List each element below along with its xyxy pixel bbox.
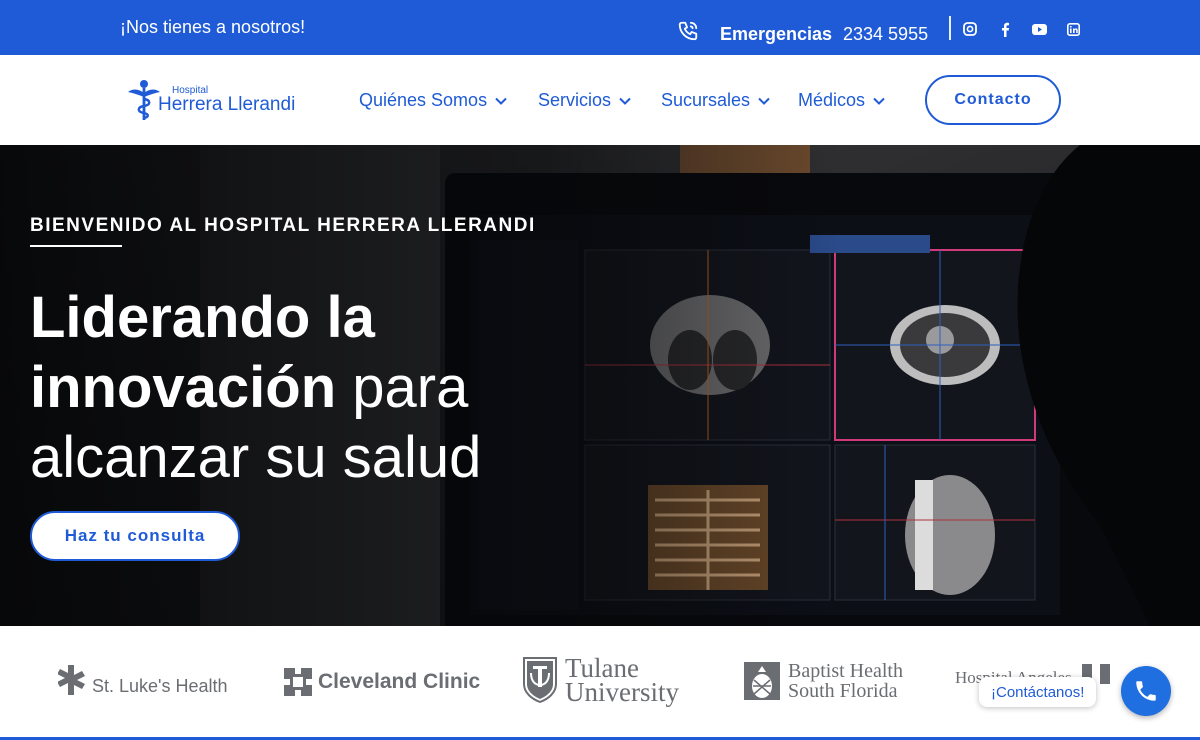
contact-button[interactable]: Contacto [925, 75, 1061, 125]
divider [949, 16, 951, 40]
cleveland-clinic-logo-icon [284, 668, 312, 696]
st-lukes-logo-icon [58, 664, 85, 695]
baptist-wordmark: Baptist Health South Florida [788, 661, 903, 701]
partner-label: University [565, 677, 679, 707]
eyebrow-underline [30, 245, 122, 247]
partner-cleveland-clinic[interactable]: Cleveland Clinic [284, 668, 480, 696]
chevron-down-icon [758, 97, 770, 105]
main-nav: Hospital Herrera Llerandi Quiénes Somos … [0, 55, 1200, 145]
consult-button[interactable]: Haz tu consulta [30, 511, 240, 561]
call-button[interactable] [1121, 666, 1171, 716]
facebook-icon[interactable] [997, 21, 1013, 37]
hero-eyebrow: BIENVENIDO AL HOSPITAL HERRERA LLERANDI [30, 215, 536, 236]
instagram-icon[interactable] [962, 21, 978, 37]
headline-light-2: para [336, 355, 469, 420]
caduceus-logo-icon [128, 80, 160, 120]
partner-label: South Florida [788, 680, 898, 702]
partner-st-lukes[interactable]: St. Luke's Health [58, 662, 228, 697]
partner-tulane[interactable]: Tulane University [523, 655, 679, 707]
partner-label: Cleveland Clinic [318, 670, 481, 693]
baptist-pineapple-icon [744, 662, 780, 700]
headline-line-3: alcanzar su salud [30, 425, 482, 490]
tulane-wordmark: Tulane University [565, 655, 679, 707]
nav-item-sucursales[interactable]: Sucursales [661, 90, 770, 111]
nav-item-quienes-somos[interactable]: Quiénes Somos [359, 90, 507, 111]
phone-icon [678, 21, 698, 41]
chevron-down-icon [495, 97, 507, 105]
partner-baptist-health[interactable]: Baptist Health South Florida [744, 661, 903, 701]
phone-icon [1136, 681, 1156, 701]
nav-item-label: Quiénes Somos [359, 90, 488, 110]
partner-label: Baptist Health [788, 660, 903, 682]
chevron-down-icon [873, 97, 885, 105]
linkedin-icon[interactable] [1065, 21, 1081, 37]
top-bar: ¡Nos tienes a nosotros! Emergencias 2334… [0, 0, 1200, 55]
partner-label: St. Luke's Health [92, 676, 228, 696]
headline-bold-2: innovación [30, 355, 337, 420]
tulane-shield-icon [523, 657, 557, 703]
nav-item-servicios[interactable]: Servicios [538, 90, 631, 111]
nav-item-medicos[interactable]: Médicos [798, 90, 885, 111]
nav-item-label: Sucursales [661, 90, 751, 110]
headline-line-1: Liderando la [30, 285, 375, 350]
nav-item-label: Servicios [538, 90, 612, 110]
youtube-icon[interactable] [1031, 21, 1047, 37]
hospital-logo[interactable]: Hospital Herrera Llerandi [127, 79, 302, 121]
top-bar-tagline: ¡Nos tienes a nosotros! [120, 17, 306, 37]
emergency-label[interactable]: Emergencias [720, 24, 832, 45]
hero-section: BIENVENIDO AL HOSPITAL HERRERA LLERANDI … [0, 145, 1200, 626]
nav-item-label: Médicos [798, 90, 866, 110]
emergency-number[interactable]: 2334 5955 [843, 24, 928, 45]
chevron-down-icon [619, 97, 631, 105]
contact-us-bubble[interactable]: ¡Contáctanos! [979, 677, 1097, 707]
logo-title: Herrera Llerandi [158, 94, 296, 115]
hero-headline: Liderando la innovación para alcanzar su… [30, 283, 481, 493]
